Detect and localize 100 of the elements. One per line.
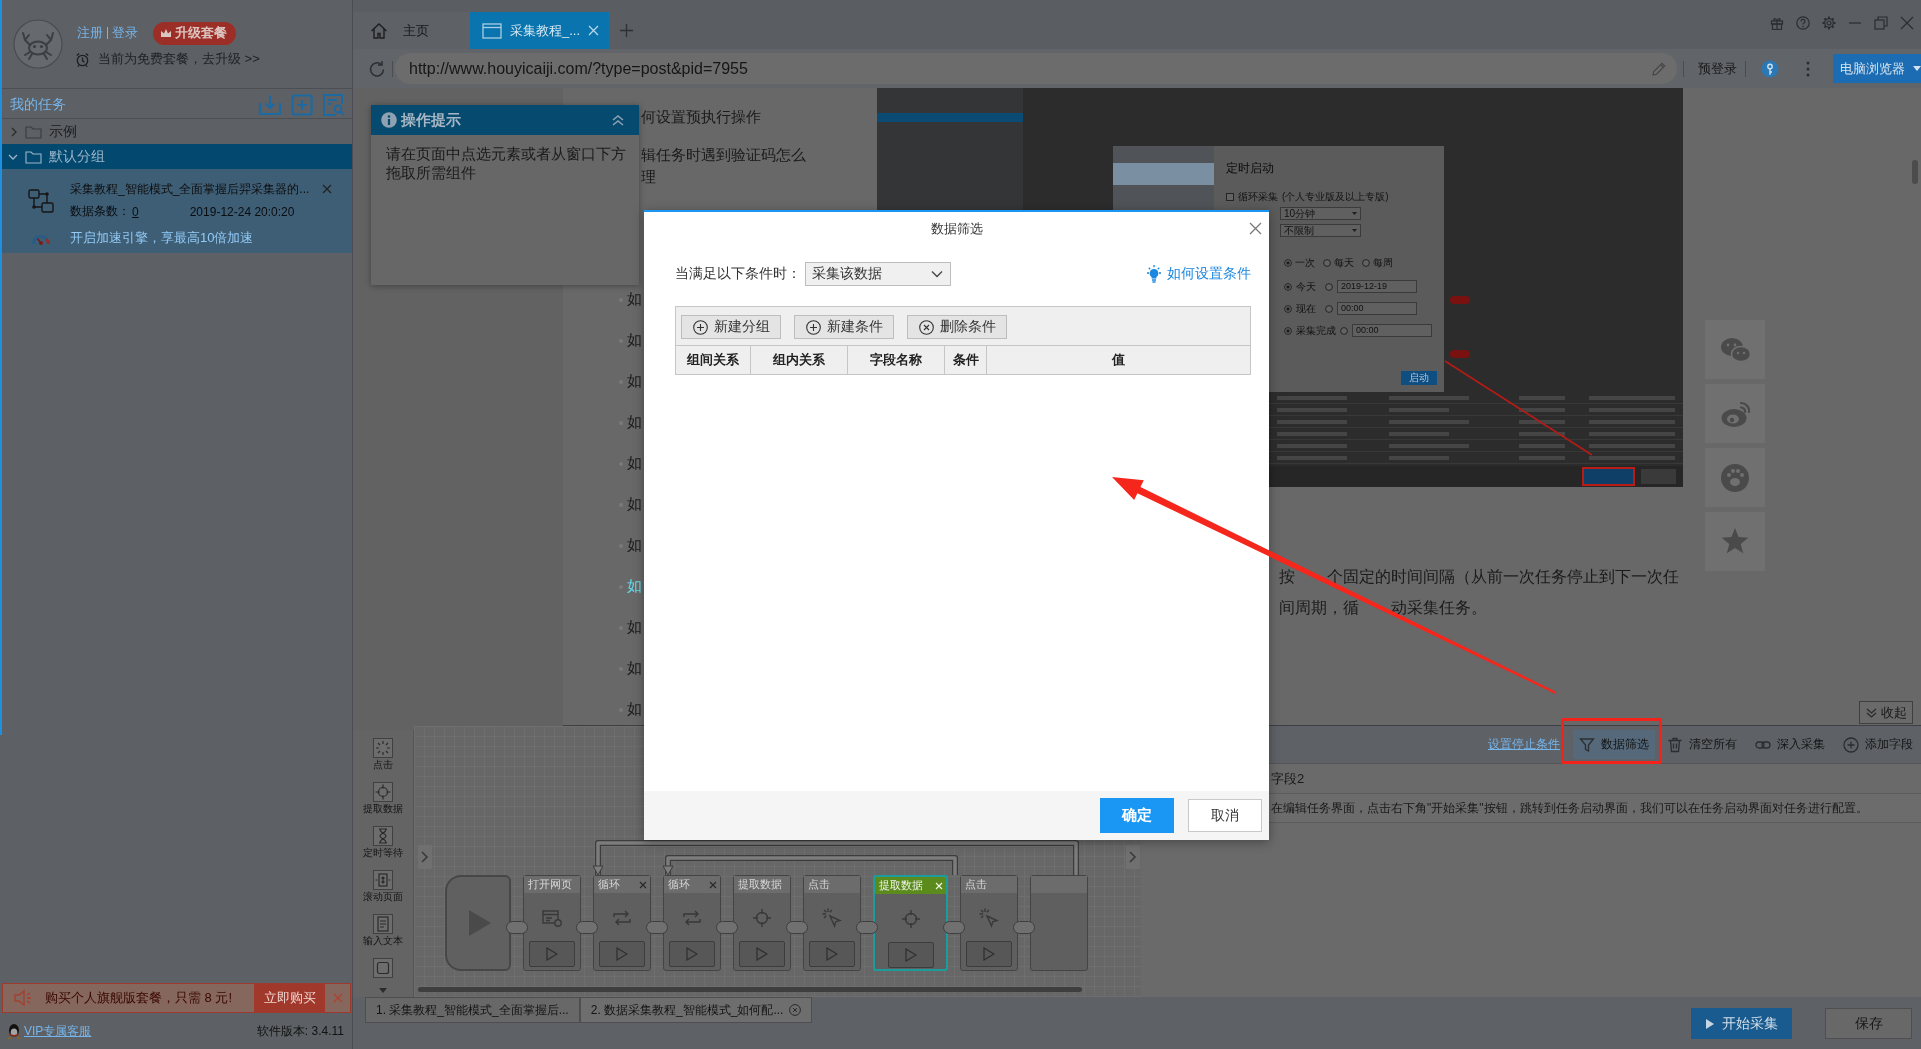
radio-button[interactable] [1284, 282, 1292, 291]
double-chevron-up-icon[interactable] [611, 114, 625, 126]
plus-icon[interactable] [620, 24, 633, 37]
play-button[interactable] [669, 941, 715, 967]
flow-node[interactable] [1030, 875, 1088, 971]
collapse-button[interactable]: 收起 [1859, 701, 1913, 724]
article-link[interactable]: 如 [627, 413, 642, 432]
article-link[interactable]: 如 [627, 659, 642, 678]
radio-button[interactable] [1284, 259, 1292, 267]
article-link[interactable]: 如 [627, 290, 642, 309]
flow-node[interactable]: 提取数据 [873, 875, 948, 971]
article-link[interactable]: 如 [627, 536, 642, 555]
confirm-button[interactable]: 确定 [1100, 798, 1174, 833]
help-link[interactable]: 如何设置条件 [1146, 265, 1251, 283]
edit-pencil-icon[interactable] [1651, 60, 1667, 77]
palette-item[interactable]: 点击 [373, 738, 393, 772]
gift-icon[interactable] [1770, 16, 1784, 30]
palette-item[interactable]: 滚动页面 [363, 870, 403, 904]
task-tab[interactable]: 2. 数据采集教程_智能模式_如何配... [579, 997, 813, 1023]
login-link[interactable]: 登录 [112, 24, 138, 42]
article-link[interactable]: 如 [627, 454, 642, 473]
task-tab[interactable]: 1. 采集教程_智能模式_全面掌握后... [365, 997, 580, 1023]
scrollbar-thumb[interactable] [1912, 160, 1918, 184]
inset-input-field[interactable]: 2019-12-19 [1337, 280, 1417, 293]
radio-button[interactable] [1284, 326, 1292, 335]
close-circle-icon[interactable] [789, 1004, 802, 1016]
browser-mode-button[interactable]: 电脑浏览器 [1833, 54, 1921, 83]
play-button[interactable] [599, 941, 645, 967]
toolbar-button[interactable]: 深入采集 [1749, 730, 1831, 759]
article-link[interactable]: 如 [627, 372, 642, 391]
article-link[interactable]: 如 [627, 618, 642, 637]
key-circle-icon[interactable] [1761, 59, 1779, 78]
palette-item[interactable]: 输入文本 [363, 914, 403, 948]
play-button[interactable] [529, 941, 575, 967]
play-button[interactable] [966, 941, 1012, 967]
toolbar-button[interactable]: 清空所有 [1661, 730, 1743, 759]
palette-item[interactable] [373, 958, 393, 978]
inset-input-field[interactable]: 00:00 [1352, 324, 1432, 337]
add-square-icon[interactable] [291, 93, 313, 116]
inset-run-button[interactable] [1582, 467, 1635, 486]
task-item[interactable]: 采集教程_智能模式_全面掌握后羿采集器的... 数据条数： 0 2019-12-24 20:0:20 开启加速引擎，享最高10倍加速 [0, 169, 352, 253]
radio-button[interactable] [1284, 304, 1292, 313]
count-link[interactable]: 0 [132, 204, 139, 219]
toolbar-button[interactable]: 数据筛选 [1573, 730, 1655, 759]
search-document-icon[interactable] [322, 93, 346, 116]
flow-node[interactable]: 循环 [663, 875, 721, 971]
radio-button[interactable] [1362, 259, 1370, 267]
article-link[interactable]: 何设置预执行操作 [641, 106, 761, 128]
browser-tab[interactable]: 采集教程_... [470, 12, 609, 49]
upgrade-badge[interactable]: 升级套餐 [153, 21, 236, 45]
checkbox[interactable] [1226, 193, 1234, 201]
radio-button[interactable] [1325, 304, 1333, 313]
cancel-button[interactable]: 取消 [1188, 799, 1262, 832]
login-link[interactable]: 注册 [77, 24, 103, 42]
share-button[interactable] [1705, 512, 1765, 571]
url-field[interactable]: http://www.houyicaiji.com/?type=post&pid=7955 [395, 53, 1677, 84]
save-button[interactable]: 保存 [1825, 1008, 1912, 1039]
plan-upgrade-link[interactable]: 当前为免费套餐，去升级 >> [98, 50, 260, 68]
close-icon[interactable] [1249, 222, 1262, 235]
import-tray-icon[interactable] [258, 93, 282, 116]
group-row[interactable]: 示例 [0, 119, 352, 144]
toolbar-button[interactable]: 新建条件 [794, 315, 894, 339]
chevron-right-icon[interactable] [418, 845, 432, 869]
share-button[interactable] [1705, 320, 1765, 379]
flow-node[interactable]: 点击 [960, 875, 1018, 971]
browser-tab[interactable]: 主页 [353, 12, 470, 49]
share-button[interactable] [1705, 384, 1765, 443]
article-link[interactable]: 辑任务时遇到验证码怎么 理 [641, 144, 806, 188]
article-link[interactable]: 如 [627, 577, 642, 596]
article-link[interactable]: 如 [627, 700, 642, 719]
inset-select[interactable]: 不限制 [1280, 224, 1361, 237]
palette-item[interactable]: 定时等待 [363, 826, 403, 860]
boost-link[interactable]: 开启加速引擎，享最高10倍加速 [70, 228, 316, 247]
flow-node[interactable]: 循环 [593, 875, 651, 971]
restore-icon[interactable] [1874, 16, 1888, 30]
refresh-icon[interactable] [368, 59, 386, 78]
play-button[interactable] [809, 941, 855, 967]
article-link[interactable]: 如 [627, 331, 642, 350]
start-button[interactable]: 开始采集 [1691, 1008, 1792, 1039]
close-icon[interactable] [639, 880, 647, 889]
group-row[interactable]: 默认分组 [0, 144, 352, 169]
caret-down-icon[interactable] [379, 988, 387, 993]
inset-input-field[interactable]: 00:00 [1337, 302, 1417, 315]
flow-node[interactable]: 提取数据 [733, 875, 791, 971]
inset-select[interactable]: 10分钟 [1280, 207, 1361, 220]
toolbar-button[interactable]: 删除条件 [907, 315, 1007, 339]
radio-button[interactable] [1340, 326, 1348, 335]
toolbar-button[interactable]: 新建分组 [681, 315, 781, 339]
buy-button[interactable]: 立即购买 [254, 984, 325, 1012]
condition-select[interactable]: 采集该数据 [805, 262, 951, 286]
help-icon[interactable] [1796, 16, 1810, 30]
flow-node[interactable]: 点击 [803, 875, 861, 971]
toolbar-button[interactable]: 添加字段 [1837, 730, 1919, 759]
share-button[interactable] [1705, 448, 1765, 507]
inset-start-button[interactable]: 启动 [1401, 371, 1437, 385]
radio-button[interactable] [1325, 282, 1333, 291]
article-link[interactable]: 如 [627, 495, 642, 514]
palette-item[interactable]: 提取数据 [363, 782, 403, 816]
close-icon[interactable] [322, 184, 332, 194]
flow-node[interactable]: 打开网页 [523, 875, 581, 971]
